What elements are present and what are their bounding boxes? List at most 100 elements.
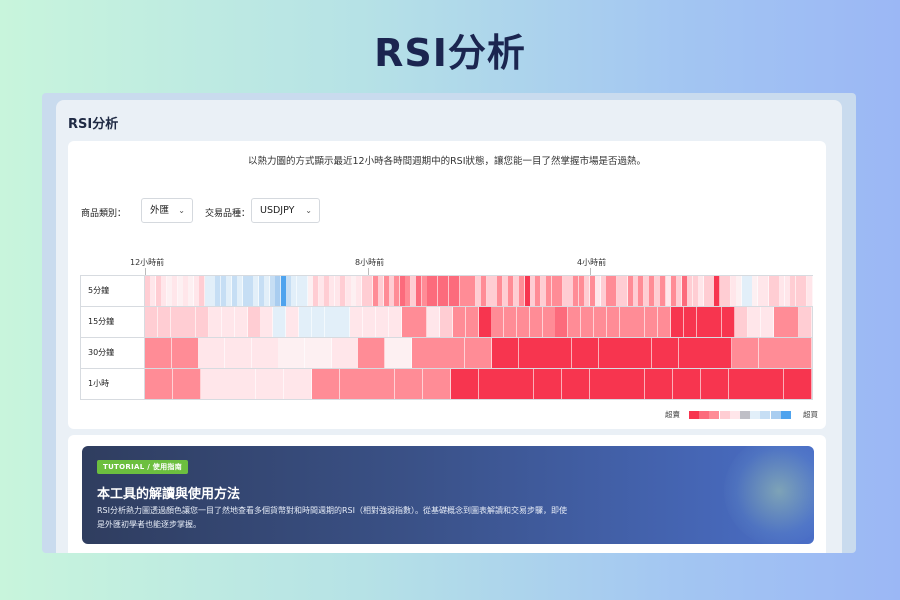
heatmap-cell[interactable] [806,276,813,306]
heatmap-cell[interactable] [196,307,210,337]
heatmap-cell[interactable] [705,338,733,368]
heatmap-cell[interactable] [339,369,368,399]
heatmap-cell[interactable] [625,338,653,368]
heatmap-cell[interactable] [209,307,223,337]
heatmap-cell[interactable] [545,338,573,368]
heatmap-cell[interactable] [491,307,505,337]
heatmap-cell[interactable] [170,307,184,337]
heatmap-cell[interactable] [491,338,519,368]
heatmap-cell[interactable] [561,369,590,399]
heatmap-cell[interactable] [773,307,787,337]
heatmap-cell[interactable] [516,307,530,337]
heatmap-cell[interactable] [784,369,813,399]
heatmap-cell[interactable] [478,307,492,337]
heatmap-cell[interactable] [728,369,757,399]
heatmap-cell[interactable] [427,307,441,337]
heatmap-cell[interactable] [785,338,813,368]
heatmap-cell[interactable] [593,307,607,337]
heatmap-cell[interactable] [411,338,439,368]
heatmap-cell[interactable] [683,307,697,337]
heatmap-cell[interactable] [278,338,306,368]
heatmap-cell[interactable] [283,369,312,399]
heatmap-cell[interactable] [722,307,736,337]
heatmap-cell[interactable] [388,307,402,337]
heatmap-cell[interactable] [534,369,563,399]
heatmap-cell[interactable] [581,307,595,337]
heatmap-cell[interactable] [731,338,759,368]
tutorial-banner[interactable]: TUTORIAL / 使用指南 本工具的解讀與使用方法 RSI分析熱力圖透過顏色… [82,446,814,544]
heatmap-cell[interactable] [645,307,659,337]
heatmap-cell[interactable] [658,307,672,337]
heatmap-cell[interactable] [198,338,226,368]
heatmap-cell[interactable] [619,307,633,337]
heatmap-cell[interactable] [324,307,338,337]
heatmap-cell[interactable] [645,369,674,399]
heatmap-cell[interactable] [273,307,287,337]
heatmap-cell[interactable] [422,369,451,399]
heatmap-cell[interactable] [452,307,466,337]
heatmap-cell[interactable] [145,307,158,337]
heatmap-cell[interactable] [385,338,413,368]
heatmap-cell[interactable] [478,369,507,399]
heatmap-cell[interactable] [234,307,248,337]
heatmap-cell[interactable] [542,307,556,337]
heatmap-cell[interactable] [568,307,582,337]
heatmap-cell[interactable] [450,369,479,399]
heatmap-cell[interactable] [200,369,229,399]
heatmap-cell[interactable] [786,307,800,337]
heatmap-cell[interactable] [606,307,620,337]
heatmap-cell[interactable] [414,307,428,337]
heatmap-cell[interactable] [221,307,235,337]
heatmap-cell[interactable] [735,307,749,337]
heatmap-cell[interactable] [440,307,454,337]
heatmap-cell[interactable] [298,307,312,337]
heatmap-cell[interactable] [696,307,710,337]
heatmap-cell[interactable] [617,369,646,399]
category-select[interactable]: 外匯 ⌄ [141,198,193,223]
heatmap-cell[interactable] [756,369,785,399]
symbol-select[interactable]: USDJPY ⌄ [251,198,320,223]
heatmap-cell[interactable] [465,338,493,368]
heatmap-cell[interactable] [251,338,279,368]
heatmap-cell[interactable] [401,307,415,337]
heatmap-cell[interactable] [673,369,702,399]
heatmap-cell[interactable] [256,369,285,399]
heatmap-cell[interactable] [700,369,729,399]
heatmap-cell[interactable] [172,369,201,399]
heatmap-cell[interactable] [145,338,172,368]
heatmap-cell[interactable] [529,307,543,337]
heatmap-cell[interactable] [571,338,599,368]
heatmap-cell[interactable] [157,307,171,337]
heatmap-cell[interactable] [589,369,618,399]
heatmap-cell[interactable] [760,307,774,337]
heatmap-cell[interactable] [228,369,257,399]
heatmap-cell[interactable] [375,307,389,337]
heatmap-cell[interactable] [247,307,261,337]
heatmap-cell[interactable] [367,369,396,399]
heatmap-cell[interactable] [758,338,786,368]
heatmap-cell[interactable] [632,307,646,337]
heatmap-cell[interactable] [363,307,377,337]
heatmap-cell[interactable] [183,307,197,337]
heatmap-cell[interactable] [598,338,626,368]
heatmap-cell[interactable] [518,338,546,368]
heatmap-cell[interactable] [286,307,300,337]
heatmap-cell[interactable] [305,338,333,368]
heatmap-cell[interactable] [465,307,479,337]
heatmap-cell[interactable] [799,307,813,337]
heatmap-cell[interactable] [331,338,359,368]
heatmap-cell[interactable] [171,338,199,368]
heatmap-cell[interactable] [358,338,386,368]
heatmap-cell[interactable] [260,307,274,337]
heatmap-cell[interactable] [506,369,535,399]
heatmap-cell[interactable] [311,307,325,337]
heatmap-cell[interactable] [678,338,706,368]
heatmap-cell[interactable] [337,307,351,337]
heatmap-cell[interactable] [311,369,340,399]
heatmap-cell[interactable] [651,338,679,368]
heatmap-cell[interactable] [145,369,173,399]
heatmap-cell[interactable] [709,307,723,337]
heatmap-cell[interactable] [225,338,253,368]
heatmap-cell[interactable] [504,307,518,337]
heatmap-cell[interactable] [438,338,466,368]
